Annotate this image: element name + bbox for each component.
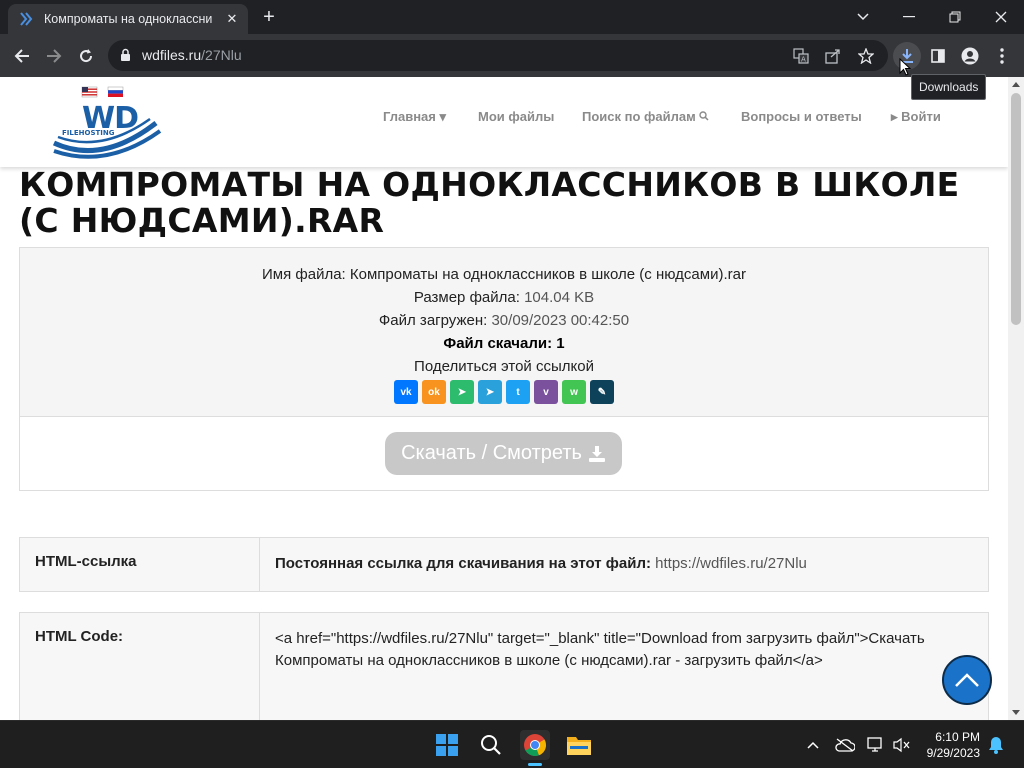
logo-subtext: FILEHOSTING: [62, 129, 115, 137]
site-favicon-icon: [20, 12, 33, 26]
download-icon: [588, 445, 605, 462]
share-telegram-icon[interactable]: ➤: [478, 380, 502, 404]
url-text[interactable]: wdfiles.ru/27Nlu: [142, 47, 242, 63]
mouse-cursor-icon: [899, 58, 912, 76]
file-uploaded-value: 30/09/2023 00:42:50: [491, 312, 630, 329]
taskbar-search-icon[interactable]: [476, 730, 506, 760]
minimize-button[interactable]: [886, 0, 932, 34]
share-page-icon[interactable]: [823, 46, 843, 66]
nav-login[interactable]: ▸ Войти: [891, 109, 941, 125]
nav-my-files[interactable]: Мои файлы: [478, 109, 554, 124]
share-send-icon[interactable]: ➤: [450, 380, 474, 404]
downloads-count: Файл скачали: 1: [443, 335, 565, 352]
windows-start-icon[interactable]: [432, 730, 462, 760]
html-code-value[interactable]: <a href="https://wdfiles.ru/27Nlu" targe…: [260, 613, 988, 720]
file-name-line: Имя файла: Компроматы на одноклассников …: [20, 263, 988, 286]
file-uploaded-line: Файл загружен: 30/09/2023 00:42:50: [20, 309, 988, 332]
tab-title: Компроматы на одноклассник: [44, 12, 212, 26]
scroll-to-top-button[interactable]: [942, 655, 992, 705]
side-panel-icon[interactable]: [924, 42, 952, 70]
file-name-label: Имя файла:: [262, 266, 346, 283]
html-code-row: HTML Code: <a href="https://wdfiles.ru/2…: [19, 612, 989, 720]
chevron-up-icon: [955, 673, 979, 687]
tab-close-icon[interactable]: ✕: [224, 11, 240, 27]
download-button-label: Скачать / Смотреть: [401, 442, 582, 464]
share-viber-icon[interactable]: v: [534, 380, 558, 404]
file-size-label: Размер файла:: [413, 289, 520, 306]
active-app-indicator: [528, 763, 542, 766]
reload-icon[interactable]: [72, 42, 100, 70]
url-path: /27Nlu: [201, 47, 242, 63]
show-hidden-icons-icon[interactable]: [803, 735, 823, 755]
scrollbar-thumb[interactable]: [1011, 93, 1021, 325]
file-uploaded-label: Файл загружен:: [378, 312, 488, 329]
downloads-tooltip: Downloads: [911, 74, 987, 100]
file-explorer-icon[interactable]: [564, 730, 594, 760]
windows-taskbar: 6:10 PM 9/29/2023: [0, 720, 1024, 768]
browser-menu-icon[interactable]: [988, 42, 1016, 70]
share-buttons: vk ok ➤ ➤ t v w ✎: [20, 380, 988, 404]
nav-home[interactable]: Главная ▾: [383, 109, 446, 125]
file-name-value: Компроматы на одноклассников в школе (с …: [349, 266, 746, 283]
bookmark-star-icon[interactable]: [856, 46, 876, 66]
web-page: WD FILEHOSTING Главная ▾ Мои файлы Поиск…: [0, 77, 1008, 720]
file-info-panel: Имя файла: Компроматы на одноклассников …: [19, 247, 989, 491]
browser-toolbar: wdfiles.ru/27Nlu A: [0, 34, 1024, 77]
share-whatsapp-icon[interactable]: w: [562, 380, 586, 404]
html-link-row: HTML-ссылка Постоянная ссылка для скачив…: [19, 537, 989, 592]
url-host: wdfiles.ru: [142, 47, 202, 63]
share-livejournal-icon[interactable]: ✎: [590, 380, 614, 404]
taskbar-clock[interactable]: 6:10 PM 9/29/2023: [918, 729, 980, 761]
forward-icon[interactable]: [40, 42, 68, 70]
browser-titlebar: Компроматы на одноклассник ✕ +: [0, 0, 1024, 34]
scroll-up-arrow-icon[interactable]: [1012, 82, 1020, 87]
clock-time: 6:10 PM: [935, 730, 980, 744]
html-link-url[interactable]: https://wdfiles.ru/27Nlu: [655, 555, 807, 572]
file-info-details: Имя файла: Компроматы на одноклассников …: [20, 248, 988, 417]
browser-tab[interactable]: Компроматы на одноклассник ✕: [8, 4, 248, 34]
back-icon[interactable]: [8, 42, 36, 70]
profile-avatar-icon[interactable]: [956, 42, 984, 70]
nav-search-files-label: Поиск по файлам: [582, 109, 696, 124]
html-link-prefix: Постоянная ссылка для скачивания на этот…: [275, 555, 651, 572]
network-icon[interactable]: [866, 735, 886, 755]
file-size-value: 104.04 KB: [524, 289, 595, 306]
file-size-line: Размер файла: 104.04 KB: [20, 286, 988, 309]
scroll-down-arrow-icon[interactable]: [1012, 710, 1020, 715]
onedrive-icon[interactable]: [835, 735, 855, 755]
html-link-label: HTML-ссылка: [20, 538, 260, 591]
nav-faq[interactable]: Вопросы и ответы: [741, 109, 862, 124]
share-ok-icon[interactable]: ok: [422, 380, 446, 404]
translate-icon[interactable]: A: [791, 46, 811, 66]
share-vk-icon[interactable]: vk: [394, 380, 418, 404]
address-bar[interactable]: wdfiles.ru/27Nlu A: [108, 40, 888, 71]
downloads-count-line: Файл скачали: 1: [20, 332, 988, 355]
file-title-heading: КОМПРОМАТЫ НА ОДНОКЛАССНИКОВ В ШКОЛЕ (С …: [19, 165, 960, 240]
volume-muted-icon[interactable]: [892, 735, 912, 755]
page-scrollbar[interactable]: [1008, 77, 1024, 720]
share-twitter-icon[interactable]: t: [506, 380, 530, 404]
html-code-label: HTML Code:: [20, 613, 260, 720]
download-button[interactable]: Скачать / Смотреть: [385, 432, 622, 475]
chrome-taskbar-icon[interactable]: [520, 730, 550, 760]
site-logo[interactable]: WD FILEHOSTING: [52, 83, 162, 168]
clock-date: 9/29/2023: [926, 746, 980, 760]
notifications-bell-icon[interactable]: [986, 735, 1006, 755]
tab-search-icon[interactable]: [840, 0, 886, 34]
nav-search-files[interactable]: Поиск по файлам: [582, 109, 709, 124]
search-icon: [699, 111, 709, 121]
restore-button[interactable]: [932, 0, 978, 34]
svg-text:A: A: [801, 56, 806, 64]
close-window-button[interactable]: [978, 0, 1024, 34]
html-link-value: Постоянная ссылка для скачивания на этот…: [260, 538, 988, 591]
lock-icon[interactable]: [120, 48, 131, 62]
share-label: Поделиться этой ссылкой: [414, 358, 594, 375]
site-header: WD FILEHOSTING Главная ▾ Мои файлы Поиск…: [0, 77, 1008, 167]
new-tab-button[interactable]: +: [258, 7, 280, 29]
